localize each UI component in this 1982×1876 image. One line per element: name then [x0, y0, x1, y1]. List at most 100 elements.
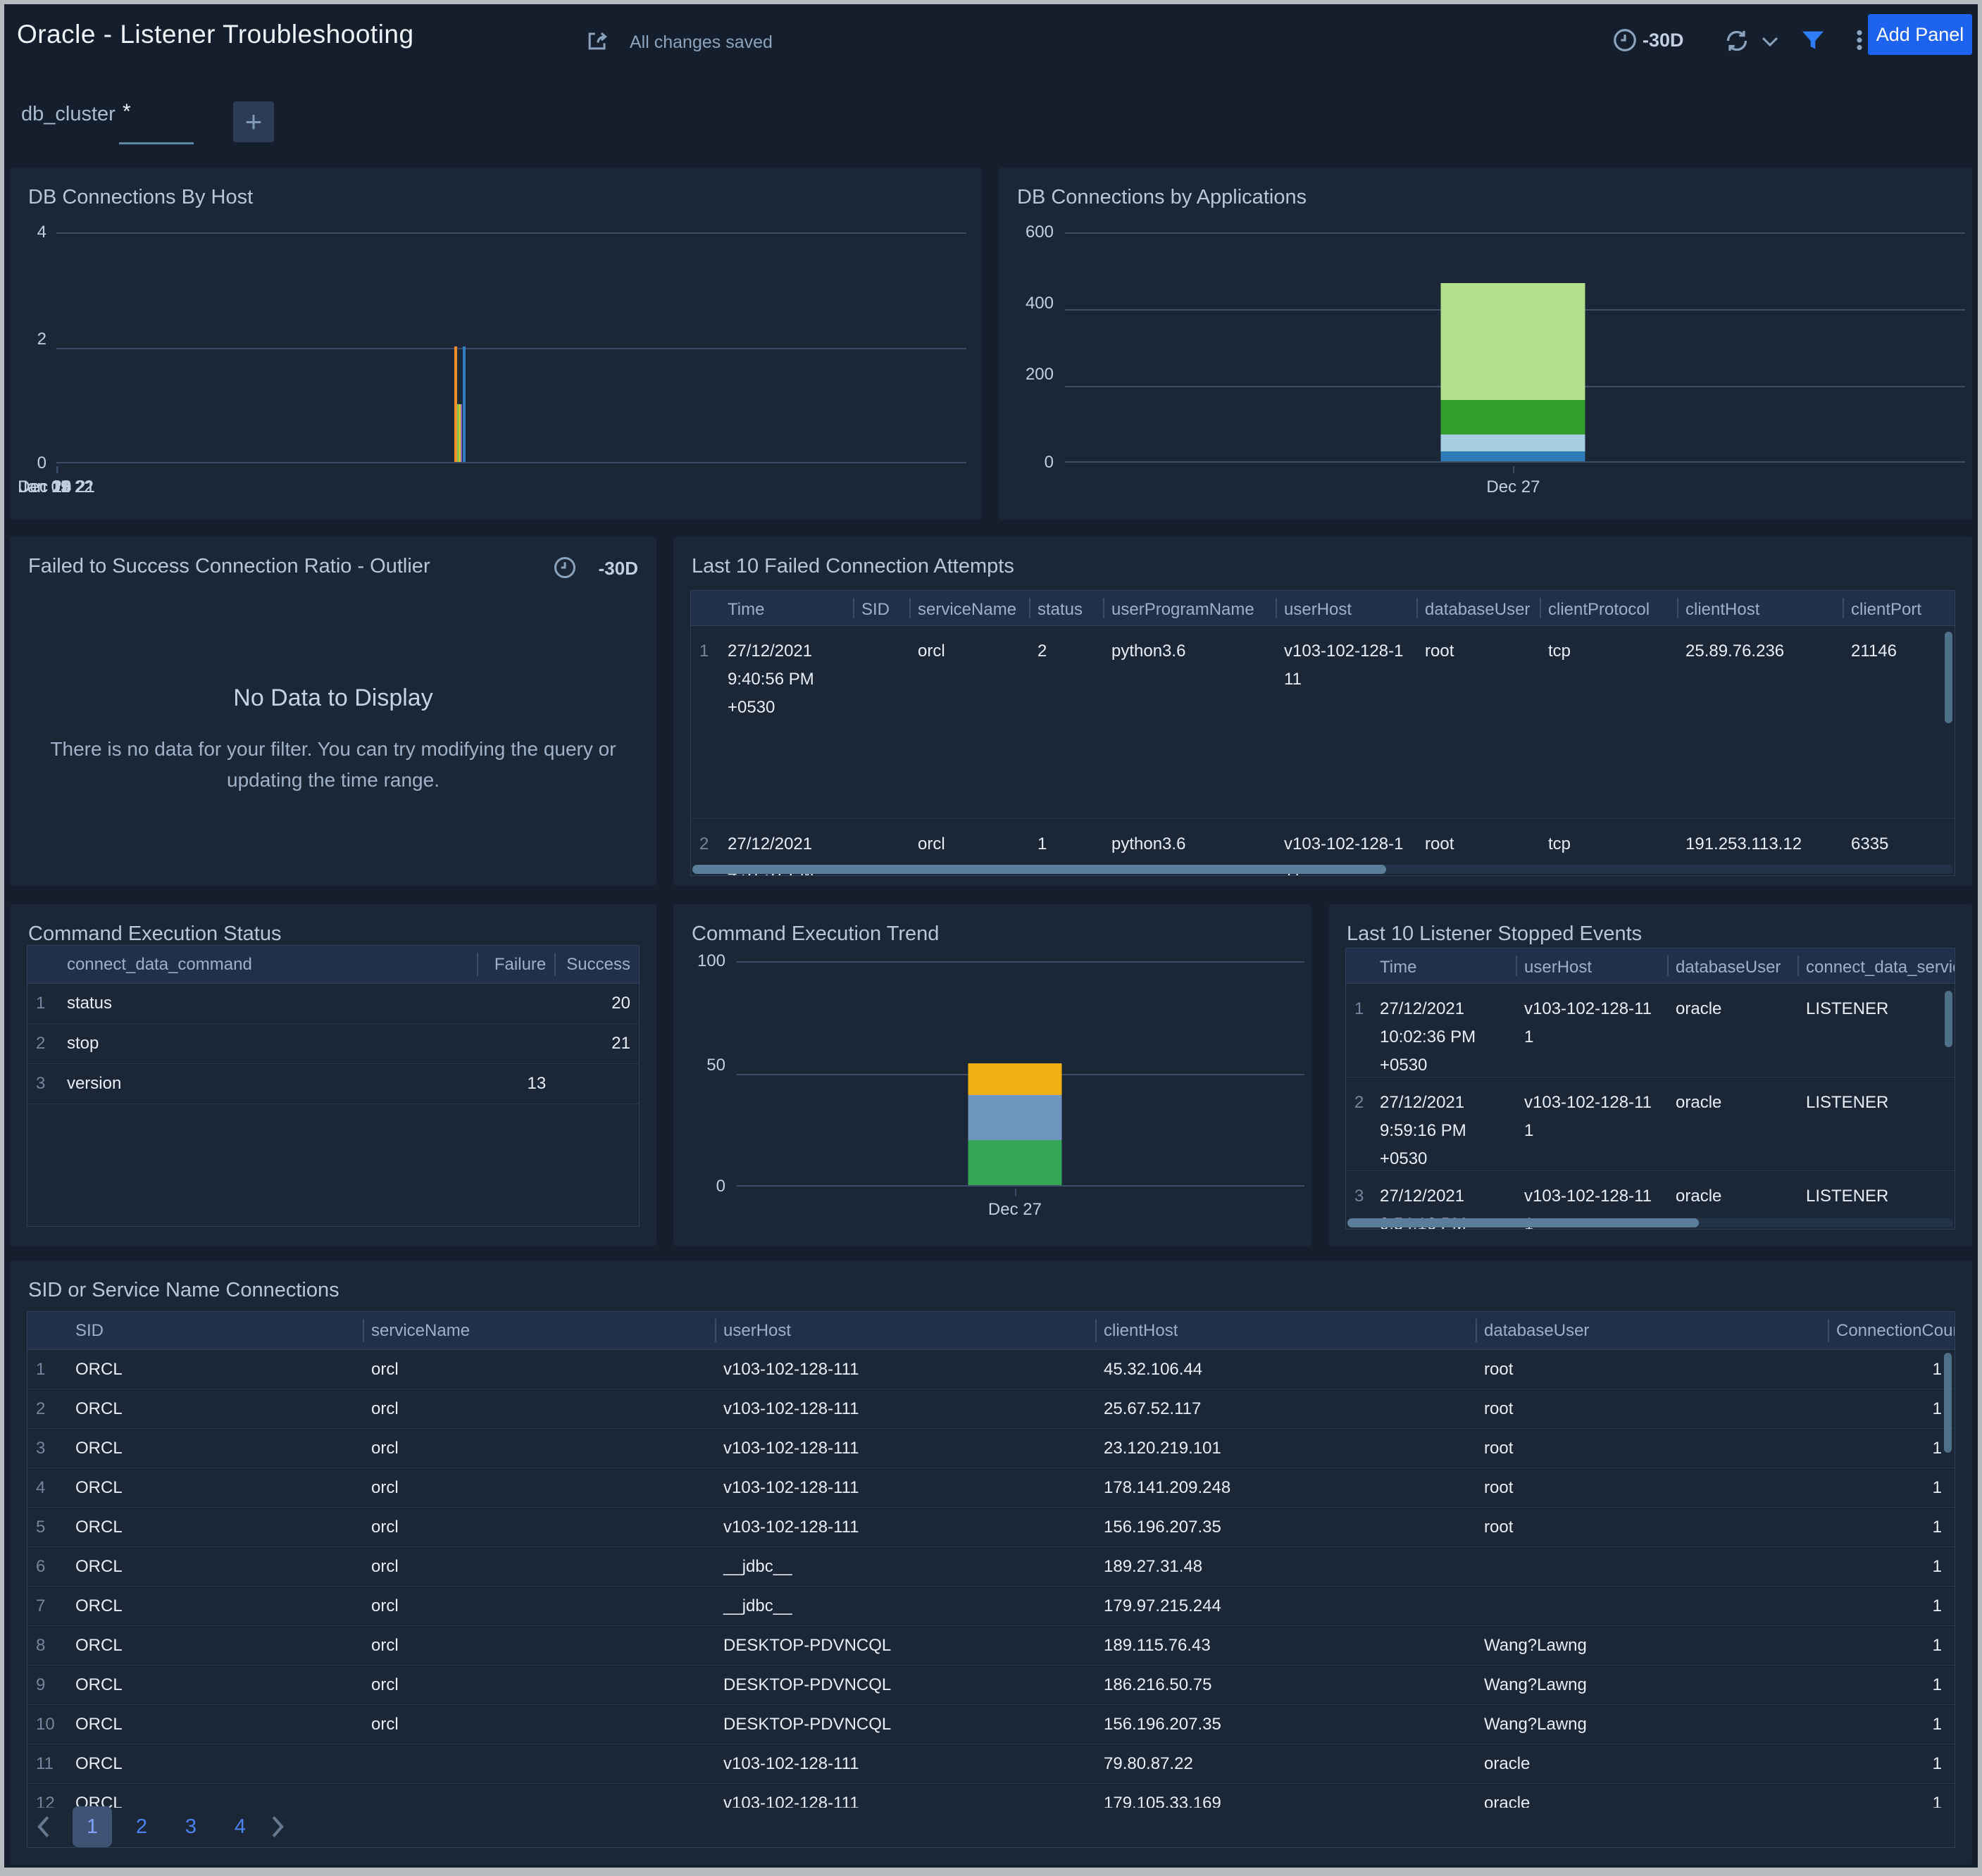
horizontal-scrollbar[interactable]: [1347, 1218, 1953, 1227]
panel-title: Command Execution Status: [28, 923, 281, 946]
cell-database-user: oracle: [1476, 1784, 1828, 1808]
cell-connection-count: 1: [1828, 1784, 1955, 1808]
table-row[interactable]: 2 stop 21: [27, 1024, 639, 1064]
cell-time-line: 27/12/2021: [1380, 1089, 1507, 1117]
cell-user-host: DESKTOP-PDVNCQL: [715, 1665, 1095, 1704]
table-row[interactable]: 2 27/12/2021 9:59:16 PM +0530 v103-102-1…: [1346, 1077, 1955, 1171]
cell-sid: ORCL: [67, 1468, 363, 1507]
y-tick-label: 400: [1026, 295, 1054, 312]
cell-sid: ORCL: [67, 1389, 363, 1428]
filter-input-underline[interactable]: [119, 142, 194, 144]
table-row[interactable]: 1 27/12/2021 9:40:56 PM +0530 orcl 2 pyt…: [691, 626, 1955, 819]
failed-attempts-table: Time SID serviceName status userProgramN…: [690, 590, 1955, 876]
page-button[interactable]: 2: [122, 1806, 161, 1847]
cell-user-host: __jdbc__: [715, 1587, 1095, 1625]
panel-failed-success-ratio-outlier: Failed to Success Connection Ratio - Out…: [10, 537, 656, 886]
cell-user-host: v103-102-128-111: [715, 1389, 1095, 1428]
bar-segment-stack-1-green: [968, 1140, 1061, 1185]
vertical-scrollbar-thumb[interactable]: [1944, 1353, 1952, 1453]
time-range-clock-icon[interactable]: [1612, 27, 1638, 54]
cell-time-line: 9:40:56 PM: [728, 665, 844, 694]
table-row[interactable]: 12 ORCL v103-102-128-111 179.105.33.169 …: [27, 1784, 1955, 1808]
filter-value-input[interactable]: *: [123, 100, 131, 124]
cell-time-line: 27/12/2021: [728, 830, 844, 858]
refresh-icon[interactable]: [1723, 27, 1751, 55]
column-header: clientHost: [1095, 1312, 1476, 1349]
share-icon[interactable]: [583, 27, 611, 55]
gridline: [56, 348, 966, 349]
table-row[interactable]: 4 ORCL orcl v103-102-128-111 178.141.209…: [27, 1468, 1955, 1508]
filter-icon[interactable]: [1799, 27, 1827, 55]
table-body: 1 status 20 2 stop 21 3 vers: [27, 984, 639, 1104]
page-button[interactable]: 4: [220, 1806, 260, 1847]
cell-connection-count: 1: [1828, 1744, 1955, 1783]
gridline-baseline: [1065, 461, 1965, 463]
add-filter-button[interactable]: +: [233, 101, 274, 142]
cell-command: stop: [58, 1024, 478, 1063]
cell-user-host: v103-102-128-111: [715, 1508, 1095, 1546]
horizontal-scrollbar[interactable]: [692, 865, 1953, 874]
cell-client-host: 156.196.207.35: [1095, 1705, 1476, 1744]
cell-connection-count: 1: [1828, 1705, 1955, 1744]
y-tick-label: 0: [716, 1178, 725, 1195]
cell-sid: [853, 626, 909, 818]
bar-segment-stack-3-green: [1441, 400, 1585, 434]
x-tick-label: Dec 27: [988, 1200, 1042, 1220]
page-prev-chevron-left-icon[interactable]: [35, 1815, 63, 1839]
cell-database-user: Wang?Lawng: [1476, 1626, 1828, 1665]
table-row[interactable]: 3 ORCL orcl v103-102-128-111 23.120.219.…: [27, 1429, 1955, 1468]
table-row[interactable]: 10 ORCL orcl DESKTOP-PDVNCQL 156.196.207…: [27, 1705, 1955, 1744]
apps-chart-plot: [1065, 232, 1965, 463]
horizontal-scrollbar-thumb[interactable]: [692, 865, 1386, 874]
cell-user-host: v103-102-128-111: [1516, 984, 1667, 1077]
page-button[interactable]: 3: [171, 1806, 211, 1847]
table-header: connect_data_command Failure Success: [27, 946, 639, 984]
panel-clock-icon[interactable]: [552, 555, 578, 580]
y-tick-label: 50: [706, 1057, 725, 1074]
cell-service-name: orcl: [363, 1547, 715, 1586]
stacked-bar-dec-27: [968, 960, 1061, 1185]
table-row[interactable]: 5 ORCL orcl v103-102-128-111 156.196.207…: [27, 1508, 1955, 1547]
vertical-scrollbar-thumb[interactable]: [1945, 632, 1952, 723]
table-row[interactable]: 8 ORCL orcl DESKTOP-PDVNCQL 189.115.76.4…: [27, 1626, 1955, 1665]
table-row[interactable]: 1 27/12/2021 10:02:36 PM +0530 v103-102-…: [1346, 984, 1955, 1077]
cell-user-host: v103-102-128-111: [715, 1468, 1095, 1507]
column-header: userHost: [1276, 591, 1416, 625]
column-header: serviceName: [909, 591, 1029, 625]
page-next-chevron-right-icon[interactable]: [270, 1815, 298, 1839]
no-data-hint: There is no data for your filter. You ca…: [41, 734, 625, 796]
y-tick-label: 4: [37, 224, 46, 241]
cell-connection-count: 1: [1828, 1350, 1955, 1389]
refresh-chevron-down-icon[interactable]: [1759, 34, 1781, 49]
table-row[interactable]: 3 version 13: [27, 1064, 639, 1104]
cell-sid: ORCL: [67, 1626, 363, 1665]
cell-time-line: 9:59:16 PM: [1380, 1117, 1507, 1145]
table-row[interactable]: 9 ORCL orcl DESKTOP-PDVNCQL 186.216.50.7…: [27, 1665, 1955, 1705]
y-tick-label: 0: [1045, 454, 1054, 471]
y-axis-labels: 100500: [673, 961, 725, 1187]
horizontal-scrollbar-thumb[interactable]: [1347, 1218, 1699, 1227]
cell-failure: 13: [477, 1064, 554, 1103]
column-header: Success: [554, 946, 639, 983]
vertical-scrollbar-thumb[interactable]: [1945, 991, 1952, 1047]
column-header: Time: [1371, 949, 1516, 983]
cell-user-host: v103-102-128-111: [715, 1429, 1095, 1468]
cell-command: version: [58, 1064, 478, 1103]
panel-time-range[interactable]: -30D: [599, 558, 638, 580]
table-row[interactable]: 6 ORCL orcl __jdbc__ 189.27.31.48 1: [27, 1547, 1955, 1587]
table-row[interactable]: 1 status 20: [27, 984, 639, 1024]
cell-service-name: [363, 1744, 715, 1783]
table-row[interactable]: 11 ORCL v103-102-128-111 79.80.87.22 ora…: [27, 1744, 1955, 1784]
time-range-value[interactable]: -30D: [1643, 30, 1684, 51]
panel-command-execution-status: Command Execution Status connect_data_co…: [10, 904, 656, 1246]
column-header: clientProtocol: [1540, 591, 1677, 625]
save-status: All changes saved: [630, 32, 773, 53]
page-button[interactable]: 1: [73, 1806, 112, 1847]
add-panel-button[interactable]: Add Panel: [1868, 14, 1972, 55]
table-row[interactable]: 1 ORCL orcl v103-102-128-111 45.32.106.4…: [27, 1350, 1955, 1389]
y-tick-label: 0: [37, 455, 46, 472]
column-header: status: [1029, 591, 1103, 625]
cell-service-name: orcl: [909, 626, 1029, 818]
table-row[interactable]: 7 ORCL orcl __jdbc__ 179.97.215.244 1: [27, 1587, 1955, 1626]
table-row[interactable]: 2 ORCL orcl v103-102-128-111 25.67.52.11…: [27, 1389, 1955, 1429]
